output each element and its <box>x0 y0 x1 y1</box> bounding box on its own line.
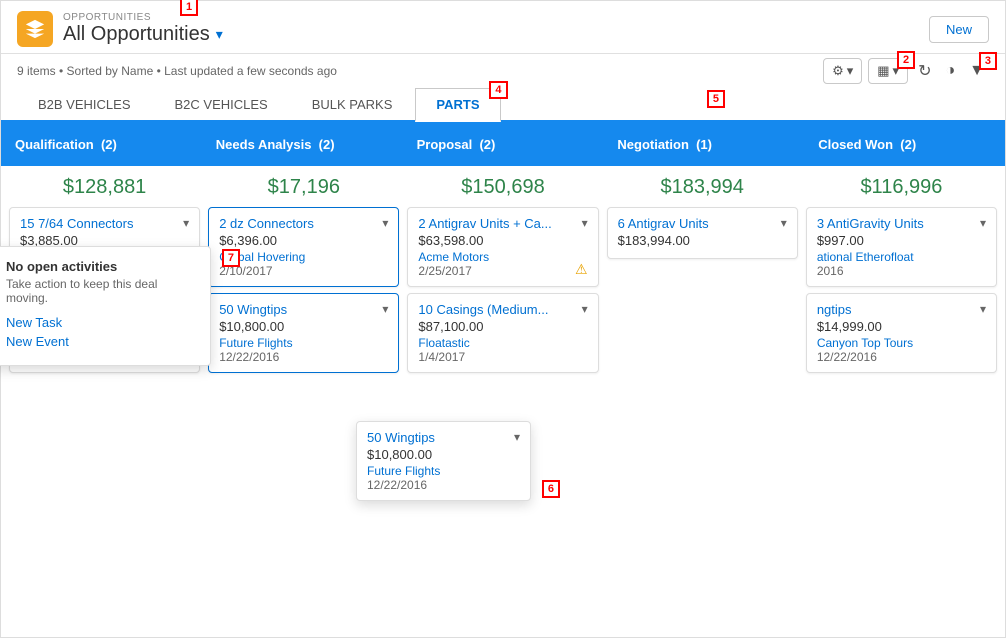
card-company[interactable]: Global Hovering <box>219 250 388 264</box>
card-needs-2[interactable]: 50 Wingtips ▾ $10,800.00 Future Flights … <box>208 293 399 373</box>
card-dropdown-icon[interactable]: ▾ <box>582 302 588 316</box>
card-dropdown-icon[interactable]: ▾ <box>980 216 986 230</box>
floating-card-dropdown[interactable]: ▾ <box>514 430 520 444</box>
card-name[interactable]: 3 AntiGravity Units <box>817 216 976 231</box>
card-company[interactable]: Floatastic <box>418 336 587 350</box>
col-qualification-total: $128,881 <box>9 176 200 199</box>
card-date: 1/4/2017 <box>418 350 587 364</box>
col-needs-analysis: $17,196 2 dz Connectors ▾ $6,396.00 Glob… <box>208 176 399 627</box>
new-event-link[interactable]: New Event <box>6 334 196 349</box>
card-name[interactable]: 10 Casings (Medium... <box>418 302 577 317</box>
app-category: OPPORTUNITIES <box>63 12 223 23</box>
stage-qualification[interactable]: Qualification (2) <box>1 122 200 166</box>
tooltip-subtitle: Take action to keep this deal moving. <box>6 277 196 305</box>
card-date: 2016 <box>817 264 986 278</box>
card-amount: $14,999.00 <box>817 319 986 334</box>
col-needs-analysis-total: $17,196 <box>208 176 399 199</box>
app-icon <box>17 11 53 47</box>
col-negotiation: $183,994 6 Antigrav Units ▾ $183,994.00 … <box>607 176 798 627</box>
pipeline-header: Qualification (2) Needs Analysis (2) Pro… <box>1 122 1005 166</box>
stage-needs-analysis[interactable]: Needs Analysis (2) <box>202 122 401 166</box>
stage-closed-won-label: Closed Won (2) <box>818 137 916 152</box>
col-closed-won-total: $116,996 <box>806 176 997 199</box>
settings-button[interactable]: ⚙ ▾ <box>823 58 862 84</box>
card-name[interactable]: ngtips <box>817 302 976 317</box>
card-needs-1[interactable]: 2 dz Connectors ▾ $6,396.00 Global Hover… <box>208 207 399 287</box>
card-amount: $6,396.00 <box>219 233 388 248</box>
card-dropdown-icon[interactable]: ▾ <box>582 216 588 230</box>
tab-b2c-vehicles[interactable]: B2C VEHICLES <box>154 88 289 120</box>
card-name[interactable]: 50 Wingtips <box>219 302 378 317</box>
floating-card-amount: $10,800.00 <box>367 447 520 462</box>
tooltip-title: No open activities <box>6 259 196 274</box>
tab-bulk-parks[interactable]: BULK PARKS <box>291 88 414 120</box>
floating-card: 50 Wingtips ▾ $10,800.00 Future Flights … <box>356 421 531 501</box>
card-company[interactable]: Canyon Top Tours <box>817 336 986 350</box>
columns-icon: ▦ <box>877 63 889 79</box>
card-dropdown-icon[interactable]: ▾ <box>183 216 189 230</box>
col-qualification: $128,881 15 7/64 Connectors ▾ $3,885.00 … <box>9 176 200 627</box>
card-company[interactable]: Future Flights <box>219 336 388 350</box>
card-date: 12/22/2016 <box>817 350 986 364</box>
card-dropdown-icon[interactable]: ▾ <box>382 302 388 316</box>
floating-card-name[interactable]: 50 Wingtips <box>367 430 510 445</box>
card-date: 2/10/2017 <box>219 264 388 278</box>
stage-closed-won[interactable]: Closed Won (2) <box>804 122 1003 166</box>
card-amount: $183,994.00 <box>618 233 787 248</box>
floating-card-date: 12/22/2016 <box>367 478 520 492</box>
columns-dropdown-icon: ▾ <box>893 63 900 79</box>
floating-card-company[interactable]: Future Flights <box>367 464 520 478</box>
stage-proposal[interactable]: Proposal (2) <box>403 122 602 166</box>
col-proposal: $150,698 2 Antigrav Units + Ca... ▾ $63,… <box>407 176 598 627</box>
chart-button[interactable]: ◑ <box>941 60 959 82</box>
col-proposal-total: $150,698 <box>407 176 598 199</box>
card-name[interactable]: 6 Antigrav Units <box>618 216 777 231</box>
card-proposal-2[interactable]: 10 Casings (Medium... ▾ $87,100.00 Float… <box>407 293 598 373</box>
card-date: 12/22/2016 <box>219 350 388 364</box>
kanban-body: $128,881 15 7/64 Connectors ▾ $3,885.00 … <box>1 166 1005 637</box>
card-negotiation-1[interactable]: 6 Antigrav Units ▾ $183,994.00 <box>607 207 798 259</box>
card-proposal-1[interactable]: 2 Antigrav Units + Ca... ▾ $63,598.00 Ac… <box>407 207 598 287</box>
warning-icon: ⚠ <box>575 261 588 278</box>
card-name[interactable]: 2 dz Connectors <box>219 216 378 231</box>
filter-button[interactable]: ▼ 3 <box>965 60 989 82</box>
title-dropdown-icon[interactable]: ▾ <box>216 26 223 43</box>
stage-qualification-label: Qualification (2) <box>15 137 117 152</box>
card-amount: $997.00 <box>817 233 986 248</box>
tabs-bar: B2B VEHICLES B2C VEHICLES BULK PARKS PAR… <box>1 88 1005 122</box>
settings-dropdown-icon: ▾ <box>847 63 854 79</box>
page-title: All Opportunities <box>63 23 210 46</box>
card-dropdown-icon[interactable]: ▾ <box>382 216 388 230</box>
stage-needs-analysis-label: Needs Analysis (2) <box>216 137 335 152</box>
col-negotiation-total: $183,994 <box>607 176 798 199</box>
card-name[interactable]: 2 Antigrav Units + Ca... <box>418 216 577 231</box>
card-amount: $87,100.00 <box>418 319 587 334</box>
card-closed-1[interactable]: 3 AntiGravity Units ▾ $997.00 ational Et… <box>806 207 997 287</box>
card-company[interactable]: ational Etherofloat <box>817 250 986 264</box>
toolbar: ⚙ ▾ ▦ ▾ 2 ↻ ◑ ▼ 3 <box>823 58 989 84</box>
activity-tooltip: No open activities Take action to keep t… <box>0 246 211 366</box>
card-amount: $10,800.00 <box>219 319 388 334</box>
card-amount: $63,598.00 <box>418 233 587 248</box>
card-name[interactable]: 15 7/64 Connectors <box>20 216 179 231</box>
tab-parts[interactable]: PARTS 4 <box>415 88 500 122</box>
annotation-2: 2 <box>897 51 915 69</box>
annotation-5: 5 <box>707 90 725 108</box>
card-dropdown-icon[interactable]: ▾ <box>980 302 986 316</box>
card-dropdown-icon[interactable]: ▾ <box>781 216 787 230</box>
card-company[interactable]: Acme Motors <box>418 250 587 264</box>
card-closed-2[interactable]: ngtips ▾ $14,999.00 Canyon Top Tours 12/… <box>806 293 997 373</box>
stage-negotiation-label: Negotiation (1) <box>617 137 712 152</box>
settings-icon: ⚙ <box>832 63 844 79</box>
columns-button[interactable]: ▦ ▾ 2 <box>868 58 908 84</box>
stage-proposal-label: Proposal (2) <box>417 137 496 152</box>
tab-b2b-vehicles[interactable]: B2B VEHICLES <box>17 88 152 120</box>
refresh-button[interactable]: ↻ <box>914 59 935 83</box>
stage-negotiation[interactable]: Negotiation (1) <box>603 122 802 166</box>
new-button[interactable]: New <box>929 16 989 43</box>
subtitle-text: 9 items • Sorted by Name • Last updated … <box>17 64 337 78</box>
col-closed-won: $116,996 3 AntiGravity Units ▾ $997.00 a… <box>806 176 997 627</box>
card-date: 2/25/2017 <box>418 264 587 278</box>
new-task-link[interactable]: New Task <box>6 315 196 330</box>
